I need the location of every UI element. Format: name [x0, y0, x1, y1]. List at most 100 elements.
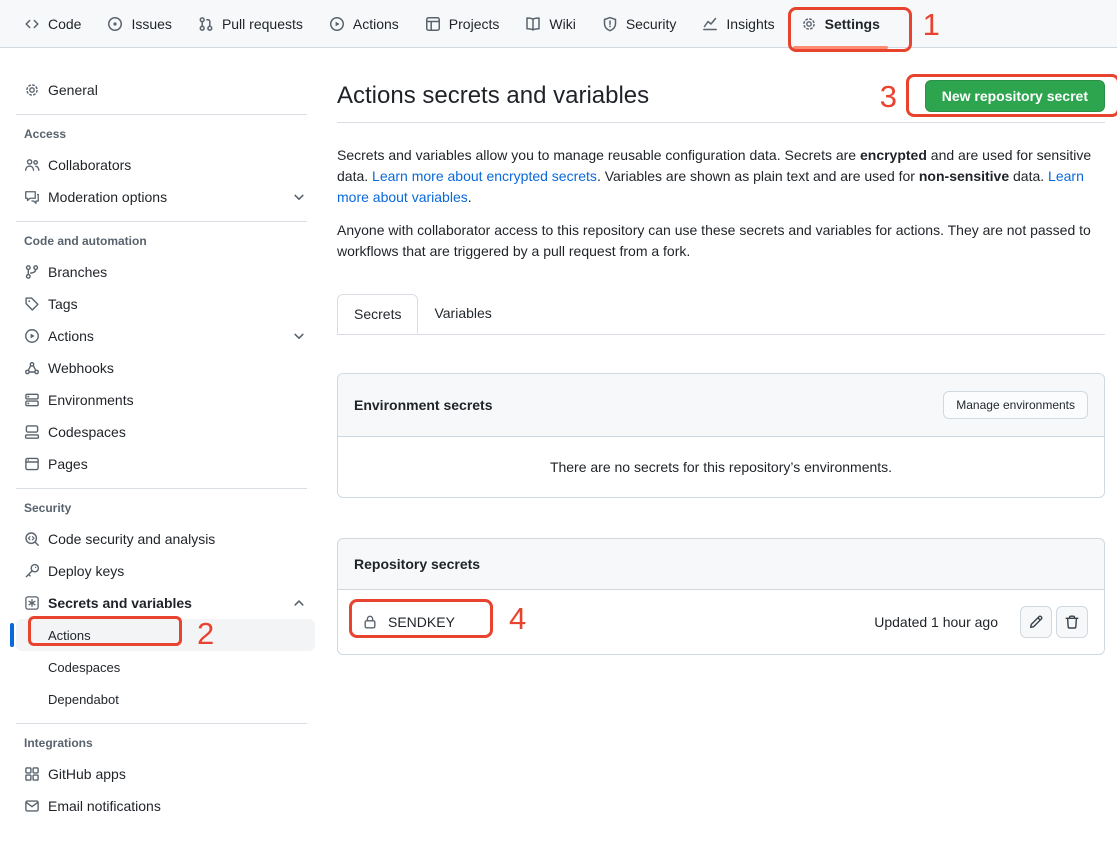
- repository-secrets-title: Repository secrets: [354, 556, 480, 572]
- issue-opened-icon: [107, 16, 123, 32]
- nav-tab-code[interactable]: Code: [16, 10, 89, 38]
- delete-secret-button[interactable]: [1056, 606, 1088, 638]
- sidebar-subitem-dependabot[interactable]: Dependabot: [16, 683, 315, 715]
- nav-label: Code: [48, 16, 81, 32]
- nav-label: Pull requests: [222, 16, 303, 32]
- gear-icon: [24, 82, 40, 98]
- intro-text: Secrets and variables allow you to manag…: [337, 145, 1105, 262]
- annotation-number-3: 3: [880, 80, 897, 114]
- nav-label: Projects: [449, 16, 500, 32]
- tab-variables[interactable]: Variables: [418, 294, 507, 334]
- sidebar-item-code-security[interactable]: Code security and analysis: [16, 523, 315, 555]
- chevron-up-icon: [291, 595, 307, 611]
- nav-label: Settings: [825, 16, 880, 32]
- sidebar-item-label: Actions: [48, 328, 94, 344]
- trash-icon: [1064, 614, 1080, 630]
- play-icon: [329, 16, 345, 32]
- tag-icon: [24, 296, 40, 312]
- text: data.: [1009, 168, 1048, 184]
- sidebar-section-integrations: Integrations: [16, 736, 315, 750]
- secret-name: SENDKEY 4: [354, 606, 455, 638]
- nav-tab-issues[interactable]: Issues: [99, 10, 179, 38]
- repo-nav: Code Issues Pull requests Actions Projec…: [0, 0, 1117, 48]
- nav-label: Actions: [353, 16, 399, 32]
- sidebar-item-label: Tags: [48, 296, 78, 312]
- tab-secrets[interactable]: Secrets: [337, 294, 418, 334]
- nav-tab-pull-requests[interactable]: Pull requests: [190, 10, 311, 38]
- sidebar-item-secrets-and-variables[interactable]: Secrets and variables: [16, 587, 315, 619]
- lock-icon: [362, 614, 378, 630]
- sidebar-item-label: Codespaces: [48, 660, 120, 675]
- chevron-down-icon: [291, 189, 307, 205]
- text: .: [468, 189, 472, 205]
- sidebar-item-label: Pages: [48, 456, 88, 472]
- sidebar-subitem-codespaces[interactable]: Codespaces: [16, 651, 315, 683]
- selected-indicator-bar: [10, 623, 14, 647]
- nav-tab-wiki[interactable]: Wiki: [517, 10, 583, 38]
- nav-tab-actions[interactable]: Actions: [321, 10, 407, 38]
- sidebar-item-deploy-keys[interactable]: Deploy keys: [16, 555, 315, 587]
- nav-tab-settings[interactable]: Settings 1: [793, 10, 888, 38]
- button-label: New repository secret: [942, 88, 1088, 104]
- text: Secrets and variables allow you to manag…: [337, 147, 860, 163]
- sidebar-divider: [16, 723, 307, 724]
- nav-tab-insights[interactable]: Insights: [694, 10, 782, 38]
- sidebar-section-security: Security: [16, 501, 315, 515]
- sidebar-item-label: Branches: [48, 264, 107, 280]
- sidebar-divider: [16, 221, 307, 222]
- sidebar-item-label: Moderation options: [48, 189, 167, 205]
- key-asterisk-icon: [24, 595, 40, 611]
- key-icon: [24, 563, 40, 579]
- secret-name-label: SENDKEY: [388, 614, 455, 630]
- environment-secrets-empty-message: There are no secrets for this repository…: [338, 437, 1104, 497]
- sidebar-item-pages[interactable]: Pages: [16, 448, 315, 480]
- annotation-number-2: 2: [197, 617, 214, 651]
- sidebar-item-environments[interactable]: Environments: [16, 384, 315, 416]
- play-icon: [24, 328, 40, 344]
- webhook-icon: [24, 360, 40, 376]
- sidebar-item-tags[interactable]: Tags: [16, 288, 315, 320]
- sidebar-item-moderation-options[interactable]: Moderation options: [16, 181, 315, 213]
- sidebar-item-actions[interactable]: Actions: [16, 320, 315, 352]
- nav-tab-security[interactable]: Security: [594, 10, 685, 38]
- secrets-variables-tabs: Secrets Variables: [337, 294, 1105, 335]
- sidebar-item-webhooks[interactable]: Webhooks: [16, 352, 315, 384]
- sidebar-subitem-actions[interactable]: Actions 2: [16, 619, 315, 651]
- secret-meta: Updated 1 hour ago: [874, 606, 1088, 638]
- sidebar-item-general[interactable]: General: [16, 74, 315, 106]
- sidebar-item-label: Codespaces: [48, 424, 126, 440]
- chevron-down-icon: [291, 328, 307, 344]
- active-tab-underline: [793, 46, 888, 49]
- text: . Variables are shown as plain text and …: [597, 168, 919, 184]
- nav-tab-projects[interactable]: Projects: [417, 10, 508, 38]
- settings-sidebar: General Access Collaborators Moderation …: [0, 48, 321, 822]
- link-encrypted-secrets[interactable]: Learn more about encrypted secrets: [372, 168, 597, 184]
- nav-label: Wiki: [549, 16, 575, 32]
- repository-secrets-header: Repository secrets: [338, 539, 1104, 590]
- sidebar-item-label: Actions: [48, 628, 91, 643]
- code-icon: [24, 16, 40, 32]
- sidebar-item-codespaces[interactable]: Codespaces: [16, 416, 315, 448]
- nav-label: Issues: [131, 16, 171, 32]
- sidebar-item-label: Email notifications: [48, 798, 161, 814]
- sidebar-item-label: Secrets and variables: [48, 595, 192, 611]
- environment-secrets-title: Environment secrets: [354, 397, 493, 413]
- sidebar-item-label: Collaborators: [48, 157, 131, 173]
- manage-environments-button[interactable]: Manage environments: [943, 391, 1088, 419]
- book-icon: [525, 16, 541, 32]
- edit-secret-button[interactable]: [1020, 606, 1052, 638]
- sidebar-item-collaborators[interactable]: Collaborators: [16, 149, 315, 181]
- apps-grid-icon: [24, 766, 40, 782]
- nav-label: Security: [626, 16, 677, 32]
- nav-label: Insights: [726, 16, 774, 32]
- new-repository-secret-button[interactable]: New repository secret 3: [925, 80, 1105, 112]
- sidebar-item-label: Code security and analysis: [48, 531, 215, 547]
- gear-icon: [801, 16, 817, 32]
- repository-secrets-card: Repository secrets SENDKEY 4 Updated 1 h…: [337, 538, 1105, 655]
- sidebar-divider: [16, 488, 307, 489]
- sidebar-item-github-apps[interactable]: GitHub apps: [16, 758, 315, 790]
- sidebar-item-branches[interactable]: Branches: [16, 256, 315, 288]
- intro-paragraph-2: Anyone with collaborator access to this …: [337, 220, 1105, 262]
- sidebar-item-email-notifications[interactable]: Email notifications: [16, 790, 315, 822]
- intro-paragraph-1: Secrets and variables allow you to manag…: [337, 145, 1105, 208]
